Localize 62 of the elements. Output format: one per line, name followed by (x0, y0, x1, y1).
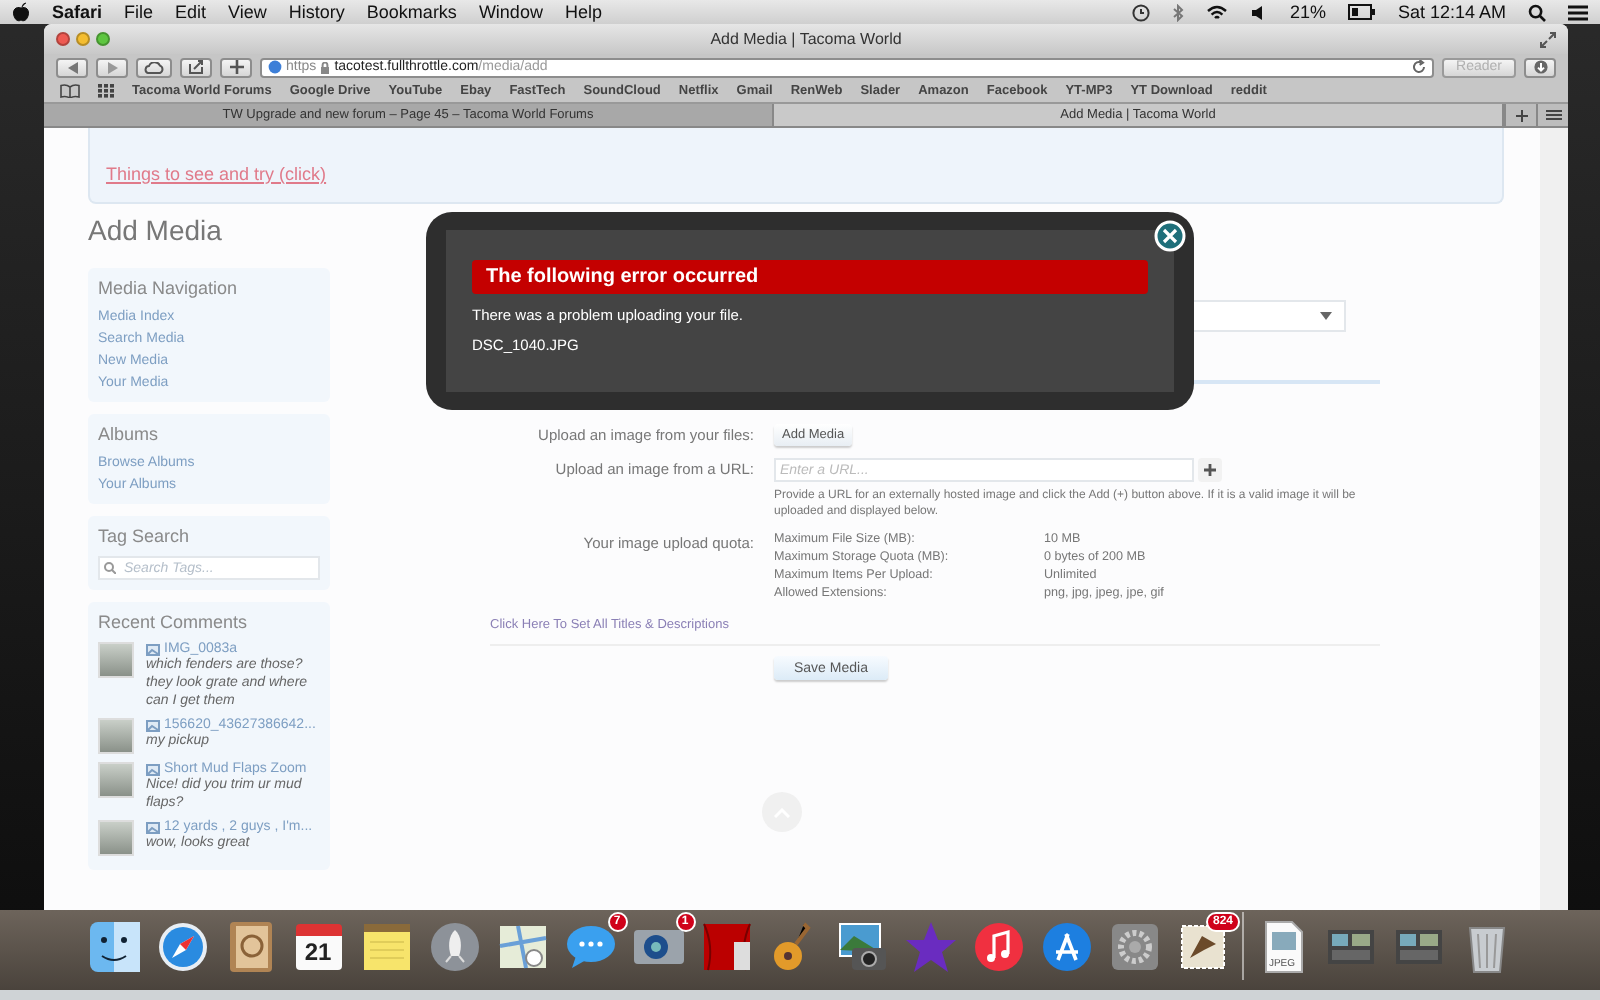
add-url-button[interactable] (1198, 458, 1222, 482)
panel-title: Media Navigation (98, 278, 240, 298)
apple-icon[interactable] (12, 2, 30, 22)
left-arrow-icon (67, 61, 77, 73)
lock-icon (320, 61, 331, 73)
globe-icon (268, 60, 282, 74)
plus-icon (1204, 464, 1216, 476)
menu-item[interactable]: Help (564, 0, 602, 24)
download-icon (1533, 60, 1547, 74)
calendar-button[interactable]: 21 (295, 923, 341, 969)
rocket-icon[interactable] (425, 917, 483, 975)
panel-title: Tag Search (98, 526, 192, 546)
star-icon[interactable] (901, 917, 959, 975)
image-icon (146, 821, 160, 833)
window-title: Add Media | Tacoma World (710, 30, 902, 48)
plus-icon (229, 60, 243, 74)
plus-icon[interactable] (1515, 109, 1527, 121)
share-button[interactable] (180, 57, 212, 77)
battery-icon[interactable] (1347, 4, 1376, 20)
list-icon[interactable] (1568, 3, 1588, 21)
menu-app-name[interactable]: Safari (52, 0, 103, 24)
search-icon (104, 562, 116, 574)
bluetooth-icon[interactable] (1171, 3, 1184, 21)
panel-title: Recent Comments (98, 612, 250, 632)
error-title: The following error occurred (472, 260, 1148, 294)
downloads-button[interactable] (1524, 57, 1556, 77)
menu-item[interactable]: View (228, 0, 267, 24)
page-heading: Add Media (88, 214, 224, 246)
compass-icon[interactable] (153, 917, 211, 975)
menu-item[interactable]: File (124, 0, 154, 24)
reload-icon[interactable] (1412, 60, 1427, 74)
zoom-window-button[interactable] (96, 32, 110, 46)
battery-percentage: 21% (1289, 0, 1326, 24)
menu-item[interactable]: Bookmarks (366, 0, 457, 24)
menu-item[interactable]: History (288, 0, 345, 24)
right-arrow-icon (107, 61, 117, 73)
tab-list-icon[interactable] (1545, 110, 1561, 120)
cloud-button[interactable] (136, 57, 172, 77)
menu-item[interactable]: Edit (175, 0, 207, 24)
camera-icon[interactable] (833, 917, 891, 975)
clock-icon[interactable] (1131, 3, 1150, 21)
add-bookmark-button[interactable] (220, 57, 252, 77)
share-icon (188, 60, 204, 74)
image-icon (146, 643, 160, 655)
smiley-face-icon[interactable] (85, 917, 143, 975)
image-icon (146, 763, 160, 775)
close-window-button[interactable] (56, 32, 70, 46)
grid-icon[interactable] (98, 84, 114, 98)
menu-item[interactable]: Window (478, 0, 543, 24)
menu-clock[interactable]: Sat 12:14 AM (1397, 0, 1506, 24)
caret-icon (1320, 312, 1332, 320)
music-note-icon[interactable] (969, 917, 1027, 975)
panel-title: Albums (98, 424, 161, 444)
forward-button[interactable] (96, 57, 128, 77)
wifi-icon[interactable] (1205, 3, 1228, 21)
close-button[interactable] (1154, 220, 1186, 252)
cloud-icon (144, 61, 164, 73)
search-icon[interactable] (1528, 3, 1546, 21)
book-icon[interactable] (60, 84, 80, 98)
image-icon (146, 719, 160, 731)
fullscreen-icon[interactable] (1540, 31, 1556, 47)
back-button[interactable] (56, 57, 88, 77)
